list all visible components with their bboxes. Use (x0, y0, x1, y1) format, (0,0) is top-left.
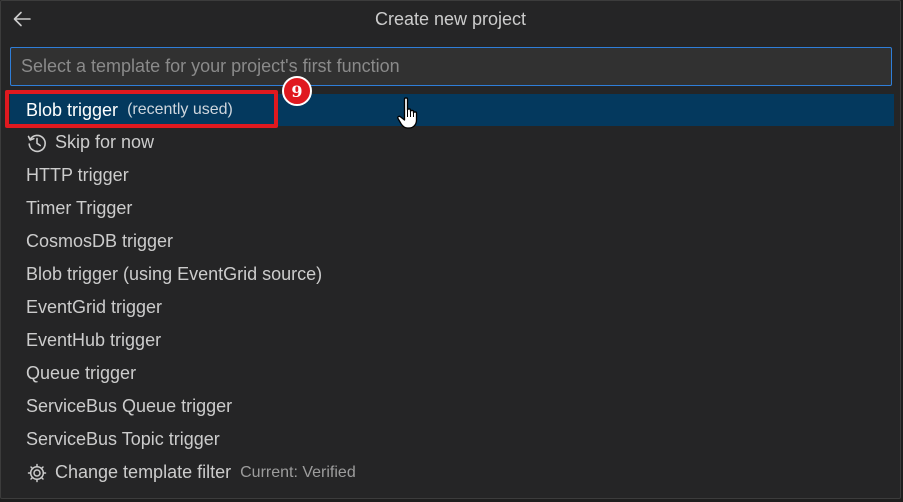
arrow-left-icon (13, 11, 31, 27)
template-item-servicebus-queue-trigger[interactable]: ServiceBus Queue trigger (10, 390, 894, 423)
list-item-label: Change template filter (55, 462, 232, 482)
list-item-description: Current: Verified (240, 463, 356, 481)
template-item-http-trigger[interactable]: HTTP trigger (10, 159, 894, 192)
quick-pick-panel: Create new project Blob trigger (recentl… (0, 0, 901, 499)
list-item-label: CosmosDB trigger (26, 231, 174, 251)
list-item-label: ServiceBus Topic trigger (26, 429, 220, 449)
list-item-label: Timer Trigger (26, 198, 133, 218)
list-item-label: Skip for now (55, 132, 155, 152)
list-item-label: Blob trigger (26, 99, 119, 120)
template-search-input[interactable] (10, 47, 892, 86)
template-item-skip[interactable]: Skip for now (10, 126, 894, 159)
template-item-blob-trigger[interactable]: Blob trigger (recently used) (10, 94, 894, 126)
list-item-label: HTTP trigger (26, 165, 129, 185)
list-item-label: EventHub trigger (26, 330, 162, 350)
template-list: Blob trigger (recently used) Skip for no… (10, 94, 894, 489)
change-template-filter[interactable]: Change template filter Current: Verified (10, 456, 894, 489)
template-item-eventhub-trigger[interactable]: EventHub trigger (10, 324, 894, 357)
template-item-queue-trigger[interactable]: Queue trigger (10, 357, 894, 390)
gear-icon (26, 462, 48, 484)
template-item-cosmosdb-trigger[interactable]: CosmosDB trigger (10, 225, 894, 258)
list-item-label: Blob trigger (using EventGrid source) (26, 264, 323, 284)
template-item-servicebus-topic-trigger[interactable]: ServiceBus Topic trigger (10, 423, 894, 456)
template-item-blob-eventgrid-trigger[interactable]: Blob trigger (using EventGrid source) (10, 258, 894, 291)
list-item-description: (recently used) (127, 101, 233, 118)
page-title: Create new project (374, 8, 527, 29)
list-item-label: Queue trigger (26, 363, 137, 383)
list-item-label: ServiceBus Queue trigger (26, 396, 233, 416)
template-item-eventgrid-trigger[interactable]: EventGrid trigger (10, 291, 894, 324)
back-button[interactable] (9, 6, 35, 32)
history-icon (26, 132, 48, 154)
template-item-timer-trigger[interactable]: Timer Trigger (10, 192, 894, 225)
step-badge: 9 (282, 76, 312, 106)
list-item-label: EventGrid trigger (26, 297, 163, 317)
quick-pick-titlebar: Create new project (1, 1, 900, 37)
